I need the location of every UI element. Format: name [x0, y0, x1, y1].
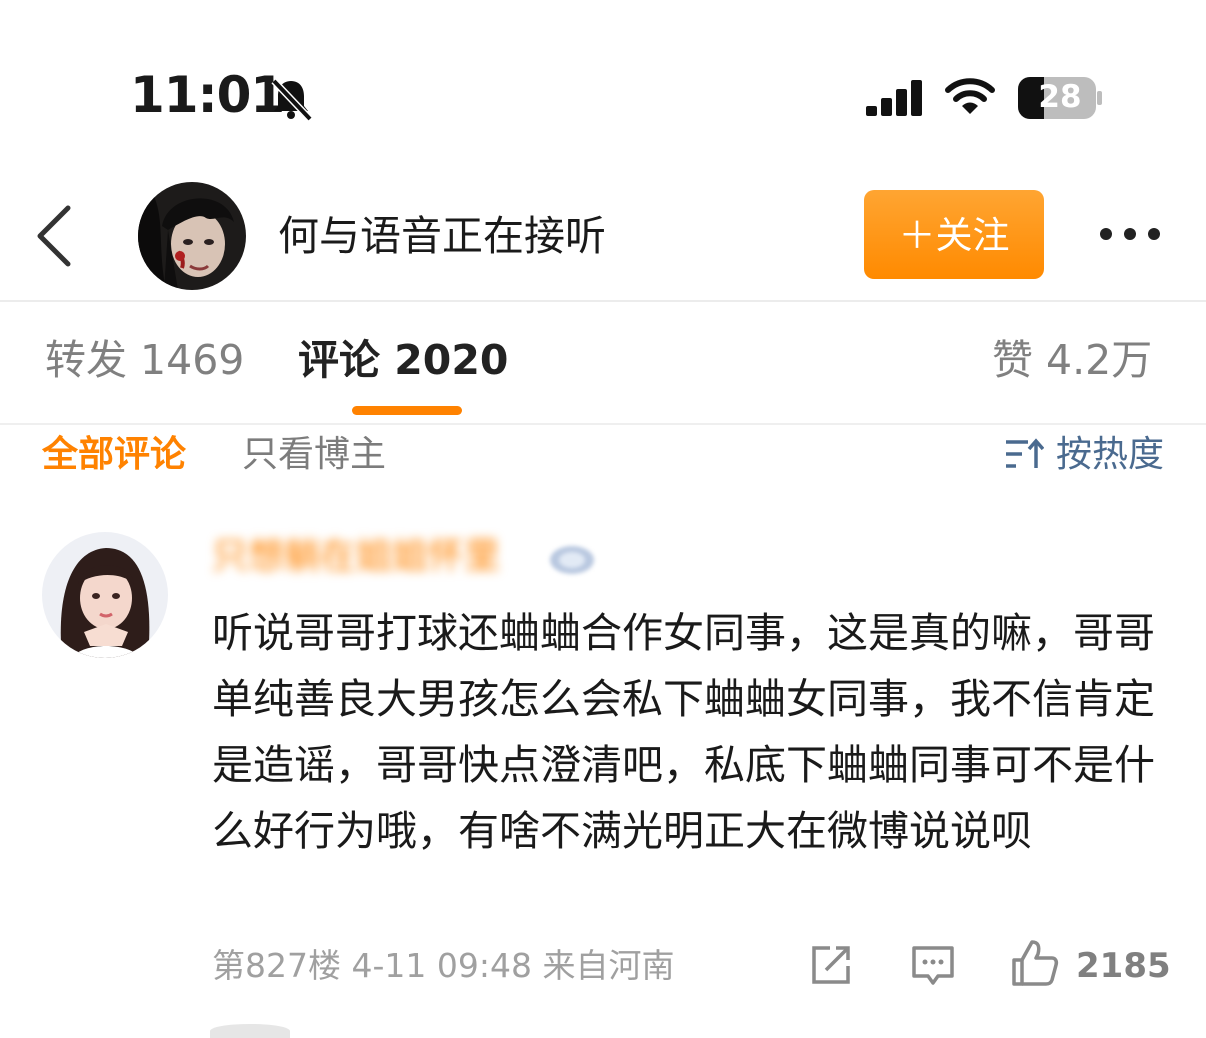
user-badge-icon [550, 546, 594, 574]
active-tab-indicator [352, 406, 462, 415]
back-icon[interactable] [32, 204, 76, 268]
tab-likes[interactable]: 赞 4.2万 [992, 330, 1152, 390]
sort-icon[interactable] [1004, 436, 1044, 472]
wifi-icon [945, 78, 995, 114]
battery-level: 28 [1038, 79, 1082, 115]
comment-meta: 第827楼 4-11 09:48 来自河南 [212, 946, 675, 985]
comment-avatar[interactable] [42, 532, 168, 658]
more-icon[interactable] [1096, 224, 1164, 244]
filter-all-comments[interactable]: 全部评论 [42, 432, 186, 478]
divider [0, 423, 1206, 425]
like-count: 2185 [1076, 946, 1171, 986]
like-icon[interactable] [1010, 938, 1060, 988]
filter-author-only[interactable]: 只看博主 [242, 432, 386, 478]
share-icon[interactable] [808, 942, 854, 988]
sort-by-hot-button[interactable]: 按热度 [1056, 432, 1164, 478]
follow-button[interactable]: ＋关注 [864, 190, 1044, 279]
tab-comments[interactable]: 评论 2020 [298, 330, 508, 390]
comment-icon[interactable] [910, 942, 956, 988]
tab-reposts[interactable]: 转发 1469 [45, 330, 244, 390]
bell-slash-icon [271, 78, 313, 122]
comment-username[interactable]: 只想躺在姐姐怀里 [212, 534, 500, 580]
status-time: 11:01 [130, 66, 285, 124]
next-comment-avatar [210, 1024, 290, 1038]
comment-text: 听说哥哥打球还蛐蛐合作女同事，这是真的嘛，哥哥单纯善良大男孩怎么会私下蛐蛐女同事… [212, 609, 1155, 855]
signal-icon [866, 80, 922, 116]
divider [0, 300, 1206, 302]
page-title: 何与语音正在接听 [278, 212, 606, 260]
avatar[interactable] [138, 182, 246, 290]
